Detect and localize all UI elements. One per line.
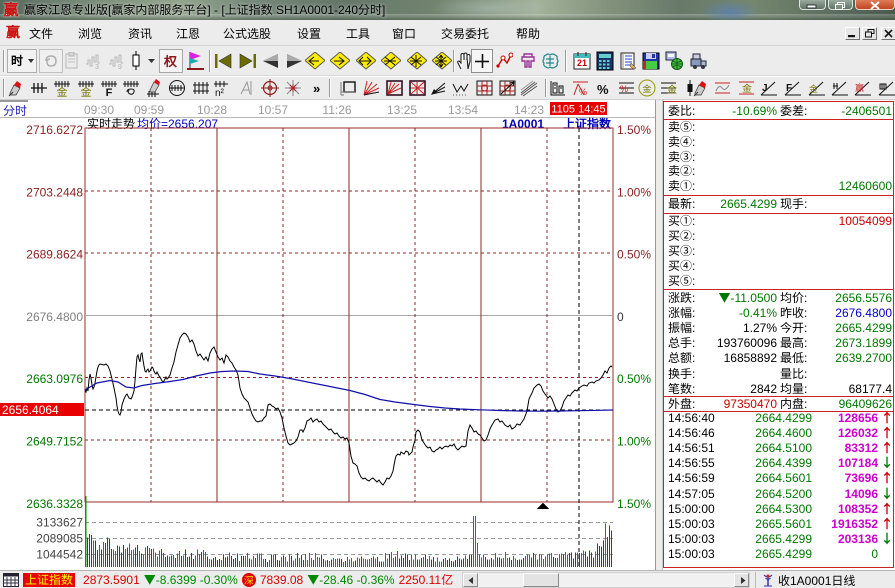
svg-text:3: 3 xyxy=(95,62,99,70)
svg-text:0.50%: 0.50% xyxy=(617,370,651,387)
svg-text:2656.4064: 2656.4064 xyxy=(2,401,59,418)
svg-text:%: % xyxy=(620,82,628,95)
svg-text:实时走势: 实时走势 xyxy=(87,115,135,132)
svg-text:1A0001: 1A0001 xyxy=(502,115,544,132)
svg-text:赢: 赢 xyxy=(855,81,864,94)
svg-text:F: F xyxy=(105,84,112,98)
svg-text:金: 金 xyxy=(57,84,68,98)
svg-text:1.50%: 1.50% xyxy=(617,121,651,138)
svg-text:上证指数: 上证指数 xyxy=(563,115,612,132)
svg-text:金: 金 xyxy=(642,82,651,95)
svg-text:1.00%: 1.00% xyxy=(617,433,651,450)
svg-text:2689.8624: 2689.8624 xyxy=(26,246,83,263)
svg-text:2636.3328: 2636.3328 xyxy=(26,495,83,512)
svg-text:均价=2656.207: 均价=2656.207 xyxy=(137,115,218,132)
svg-text:J: J xyxy=(762,79,768,94)
svg-text:金: 金 xyxy=(809,82,818,95)
svg-text:F: F xyxy=(786,79,792,94)
svg-text:13:54: 13:54 xyxy=(448,101,478,118)
svg-text:1.50%: 1.50% xyxy=(617,495,651,512)
svg-text:金: 金 xyxy=(80,84,91,98)
svg-text:2716.6272: 2716.6272 xyxy=(26,121,83,138)
svg-text:2676.4800: 2676.4800 xyxy=(26,308,83,325)
svg-text:%: % xyxy=(579,85,587,98)
svg-text:3133627: 3133627 xyxy=(36,514,83,531)
svg-text:11:26: 11:26 xyxy=(322,101,351,118)
svg-text:分时: 分时 xyxy=(3,102,27,119)
svg-text:%: % xyxy=(597,79,609,98)
svg-text:10:57: 10:57 xyxy=(258,101,288,118)
svg-text:2089085: 2089085 xyxy=(36,530,83,547)
svg-text:1.00%: 1.00% xyxy=(617,183,651,200)
svg-text:9: 9 xyxy=(118,62,122,70)
svg-text:0.50%: 0.50% xyxy=(617,246,651,263)
svg-text:n²: n² xyxy=(215,84,225,98)
svg-text:2663.0976: 2663.0976 xyxy=(26,370,83,387)
svg-text:2649.7152: 2649.7152 xyxy=(26,433,83,450)
svg-text:金: 金 xyxy=(742,80,752,95)
svg-text:0: 0 xyxy=(617,308,624,325)
svg-text:13:25: 13:25 xyxy=(387,101,417,118)
svg-text:2703.2448: 2703.2448 xyxy=(26,183,83,200)
svg-text:金: 金 xyxy=(667,81,677,96)
svg-text:1044542: 1044542 xyxy=(36,546,83,563)
svg-text:21: 21 xyxy=(577,56,587,69)
